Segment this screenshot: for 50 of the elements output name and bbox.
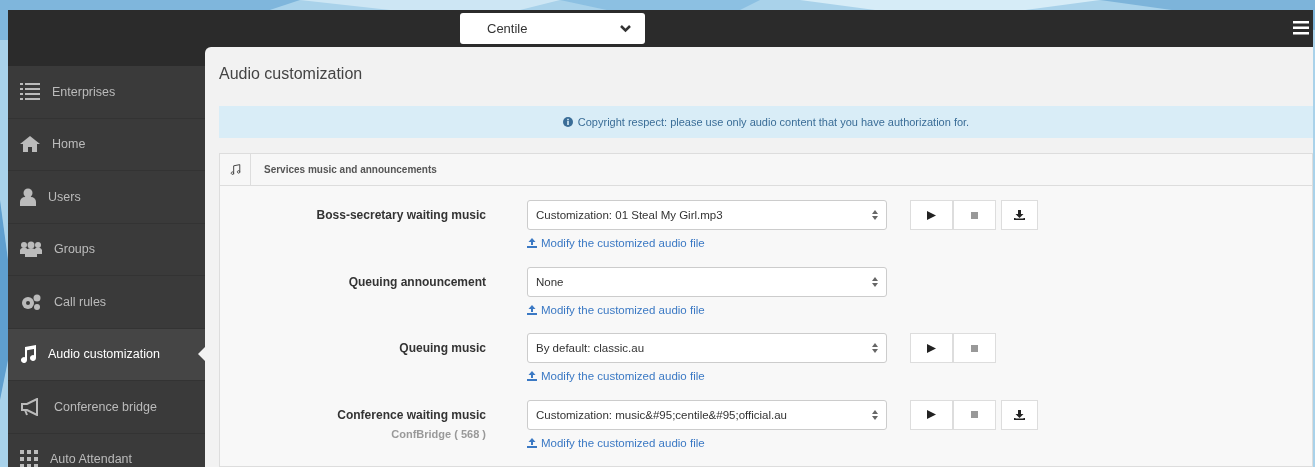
modify-audio-link[interactable]: Modify the customized audio file xyxy=(527,237,887,249)
grid-icon xyxy=(20,450,38,467)
info-icon xyxy=(562,117,573,128)
select-arrows-icon xyxy=(872,409,878,420)
modify-audio-link[interactable]: Modify the customized audio file xyxy=(527,370,887,382)
user-icon xyxy=(20,187,36,206)
play-button[interactable] xyxy=(910,200,953,230)
play-icon xyxy=(927,210,936,220)
organization-select[interactable]: Centile xyxy=(460,13,645,44)
field-sublabel: ConfBridge ( 568 ) xyxy=(391,427,486,440)
music-note-icon xyxy=(20,345,36,364)
gears-icon xyxy=(20,292,42,311)
list-icon xyxy=(20,82,40,101)
play-button[interactable] xyxy=(910,399,953,430)
music-note-icon xyxy=(229,164,241,175)
stop-icon xyxy=(971,344,978,352)
select-arrows-icon xyxy=(872,343,878,353)
play-icon xyxy=(927,410,936,419)
download-icon xyxy=(1014,409,1025,420)
alert-text: Copyright respect: please use only audio content that you have authorization for. xyxy=(577,116,970,129)
upload-icon xyxy=(527,238,537,248)
field-label: Queuing music xyxy=(399,341,486,355)
upload-icon xyxy=(527,371,537,381)
download-button[interactable] xyxy=(1001,399,1038,430)
chevron-down-icon xyxy=(620,24,631,33)
audio-select[interactable]: None xyxy=(527,266,887,297)
menu-icon[interactable] xyxy=(1293,21,1309,35)
field-label: Queuing announcement xyxy=(348,274,486,289)
play-icon xyxy=(927,343,936,353)
modify-audio-link[interactable]: Modify the customized audio file xyxy=(527,303,887,316)
sidebar-item[interactable]: Audio customization xyxy=(8,328,205,381)
download-button[interactable] xyxy=(1001,200,1038,230)
audio-select[interactable]: Customization: music&#95;centile&#95;official.au xyxy=(527,399,887,430)
play-button[interactable] xyxy=(910,333,953,363)
upload-icon xyxy=(527,304,537,315)
field-label: Boss-secretary waiting music xyxy=(316,208,486,222)
select-arrows-icon xyxy=(872,276,878,287)
group-icon xyxy=(20,241,42,258)
audio-select[interactable]: By default: classic.au xyxy=(527,333,887,363)
field-label: Conference waiting music xyxy=(337,407,486,422)
page-title: Audio customization xyxy=(219,65,364,84)
download-icon xyxy=(1014,210,1025,220)
stop-icon xyxy=(971,211,978,219)
audio-select[interactable]: Customization: 01 Steal My Girl.mp3 xyxy=(527,200,887,230)
panel-title: Services music and announcements xyxy=(263,164,437,175)
select-arrows-icon xyxy=(872,210,878,220)
stop-icon xyxy=(971,411,978,418)
home-icon xyxy=(20,136,40,153)
upload-icon xyxy=(527,437,537,448)
modify-audio-link[interactable]: Modify the customized audio file xyxy=(527,436,887,449)
